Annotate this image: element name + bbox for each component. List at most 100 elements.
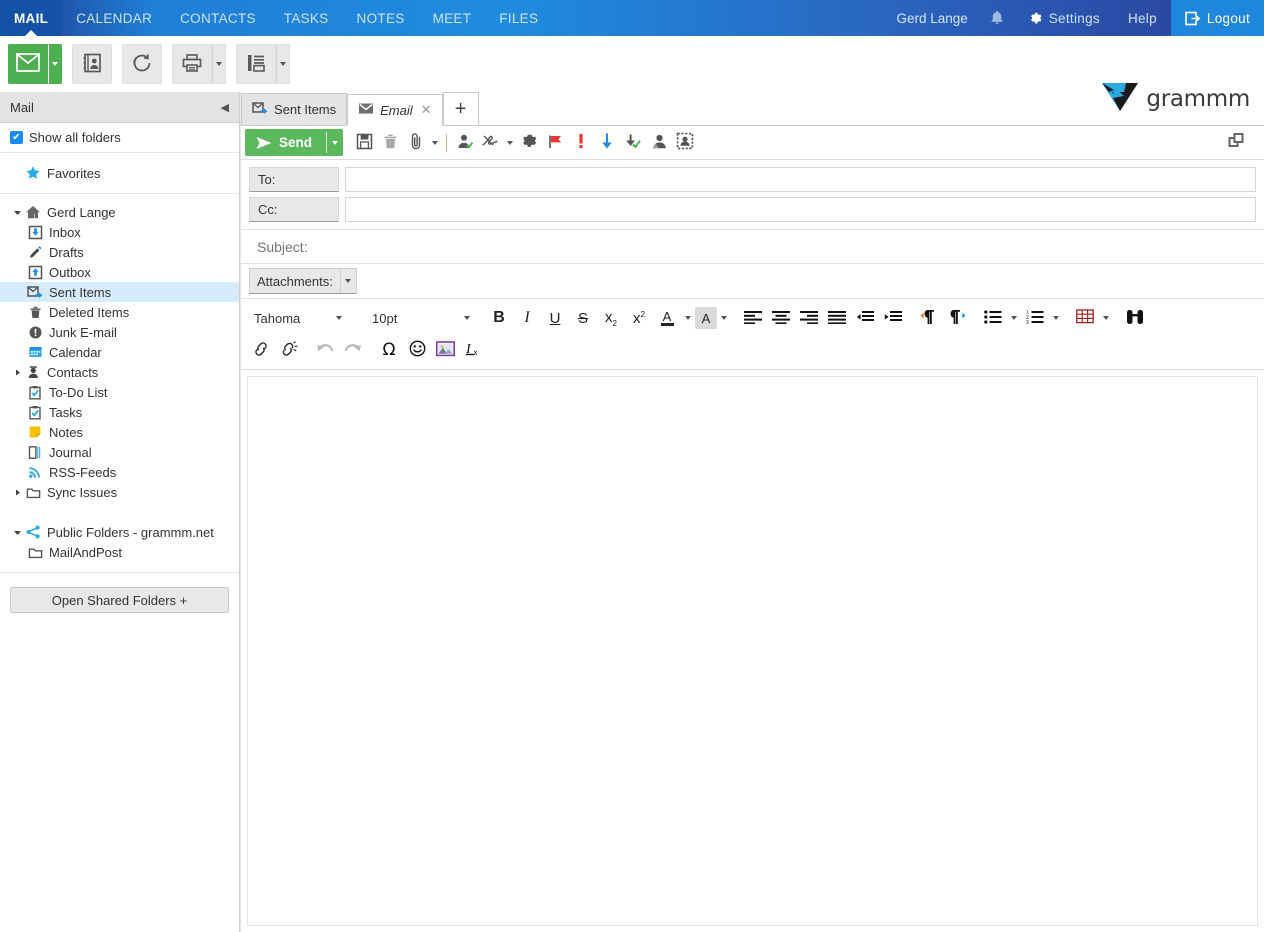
font-size-select[interactable]: 10pt	[365, 305, 477, 331]
twisty-down-icon[interactable]	[10, 208, 24, 217]
print-button[interactable]	[172, 44, 212, 84]
tree-item-inbox[interactable]: Inbox	[0, 222, 239, 242]
tree-item-outbox[interactable]: Outbox	[0, 262, 239, 282]
tree-item-notes[interactable]: Notes	[0, 422, 239, 442]
numbered-list-button[interactable]: 123	[1021, 304, 1049, 332]
numbered-list-dropdown[interactable]	[1049, 304, 1063, 332]
to-button[interactable]: To:	[249, 166, 339, 192]
high-priority-button[interactable]	[568, 129, 594, 156]
tab-email[interactable]: Email ✕	[347, 94, 443, 126]
popout-window-button[interactable]	[1224, 129, 1250, 156]
refresh-button[interactable]	[122, 44, 162, 84]
send-dropdown-button[interactable]	[327, 140, 343, 145]
nav-item-files[interactable]: FILES	[485, 0, 552, 36]
redo-button[interactable]	[339, 336, 367, 364]
tree-item-mailandpost[interactable]: MailAndPost	[0, 542, 239, 562]
tree-item-deleted-items[interactable]: Deleted Items	[0, 302, 239, 322]
font-family-select[interactable]: Tahoma	[247, 305, 349, 331]
view-layout-dropdown[interactable]	[276, 44, 290, 84]
view-layout-button[interactable]	[236, 44, 276, 84]
options-button[interactable]	[516, 129, 542, 156]
twisty-down-icon[interactable]	[10, 528, 24, 537]
stationery-button[interactable]	[672, 129, 698, 156]
clear-formatting-button[interactable]: Ix	[459, 336, 487, 364]
strikethrough-button[interactable]: S	[569, 304, 597, 332]
special-character-button[interactable]: Ω	[375, 336, 403, 364]
indent-button[interactable]	[879, 304, 907, 332]
attachment-dropdown[interactable]	[429, 129, 441, 156]
font-color-dropdown[interactable]	[681, 304, 695, 332]
cc-input[interactable]	[345, 196, 1256, 222]
tree-item-contacts[interactable]: Contacts	[0, 362, 239, 382]
ltr-paragraph-button[interactable]	[915, 304, 943, 332]
cc-button[interactable]: Cc:	[249, 196, 339, 222]
tree-item-gerd-lange[interactable]: Gerd Lange	[0, 202, 239, 222]
bullet-list-dropdown[interactable]	[1007, 304, 1021, 332]
tree-item-rss-feeds[interactable]: RSS-Feeds	[0, 462, 239, 482]
nav-item-settings[interactable]: Settings	[1014, 0, 1114, 36]
open-shared-folders-button[interactable]: Open Shared Folders +	[10, 587, 229, 613]
twisty-right-icon[interactable]	[10, 368, 24, 377]
tree-item-sync-issues[interactable]: Sync Issues	[0, 482, 239, 502]
table-dropdown[interactable]	[1099, 304, 1113, 332]
emoticon-button[interactable]	[403, 336, 431, 364]
to-input[interactable]	[345, 166, 1256, 192]
rtl-paragraph-button[interactable]	[943, 304, 971, 332]
discard-button[interactable]	[377, 129, 403, 156]
attachment-button[interactable]	[403, 129, 429, 156]
insert-image-button[interactable]	[431, 336, 459, 364]
nav-item-calendar[interactable]: CALENDAR	[62, 0, 166, 36]
read-receipt-button[interactable]	[620, 129, 646, 156]
superscript-button[interactable]: x2	[625, 304, 653, 332]
tree-item-to-do-list[interactable]: To-Do List	[0, 382, 239, 402]
remove-link-button[interactable]	[275, 336, 303, 364]
tree-item-sent-items[interactable]: Sent Items	[0, 282, 239, 302]
tree-item-drafts[interactable]: Drafts	[0, 242, 239, 262]
show-all-folders-checkbox[interactable]: ✔	[10, 131, 23, 144]
tree-item-tasks[interactable]: Tasks	[0, 402, 239, 422]
find-replace-button[interactable]	[1121, 304, 1149, 332]
bullet-list-button[interactable]	[979, 304, 1007, 332]
outdent-button[interactable]	[851, 304, 879, 332]
low-priority-button[interactable]	[594, 129, 620, 156]
subject-input[interactable]	[255, 237, 1250, 256]
align-center-button[interactable]	[767, 304, 795, 332]
tab-sent-items[interactable]: Sent Items	[241, 93, 348, 125]
highlight-color-button[interactable]: A	[695, 307, 717, 329]
nav-item-notes[interactable]: NOTES	[343, 0, 419, 36]
collapse-left-icon[interactable]: ◀	[221, 101, 229, 114]
align-justify-button[interactable]	[823, 304, 851, 332]
sidebar-item-favorites[interactable]: Favorites	[0, 153, 239, 194]
tree-item-public-folders[interactable]: Public Folders - grammm.net	[0, 522, 239, 542]
from-button[interactable]	[646, 129, 672, 156]
current-user-name[interactable]: Gerd Lange	[884, 0, 979, 36]
tree-item-junk-email[interactable]: Junk E-mail	[0, 322, 239, 342]
attachments-button[interactable]: Attachments:	[249, 268, 357, 294]
table-button[interactable]	[1071, 304, 1099, 332]
new-mail-dropdown[interactable]	[48, 44, 62, 84]
notifications-bell-icon[interactable]	[980, 0, 1014, 36]
italic-button[interactable]: I	[513, 304, 541, 332]
tree-item-calendar[interactable]: Calendar	[0, 342, 239, 362]
email-body-editor[interactable]	[247, 376, 1258, 926]
underline-button[interactable]: U	[541, 304, 569, 332]
save-button[interactable]	[351, 129, 377, 156]
attachments-dropdown[interactable]	[339, 269, 356, 293]
signature-dropdown[interactable]	[504, 129, 516, 156]
nav-item-mail[interactable]: MAIL	[0, 0, 63, 37]
bold-button[interactable]: B	[485, 304, 513, 332]
nav-item-contacts[interactable]: CONTACTS	[166, 0, 270, 36]
undo-button[interactable]	[311, 336, 339, 364]
insert-link-button[interactable]	[247, 336, 275, 364]
subscript-button[interactable]: x2	[597, 304, 625, 332]
highlight-color-dropdown[interactable]	[717, 304, 731, 332]
check-names-button[interactable]	[452, 129, 478, 156]
twisty-right-icon[interactable]	[10, 488, 24, 497]
tree-item-journal[interactable]: Journal	[0, 442, 239, 462]
new-tab-button[interactable]: +	[442, 92, 479, 125]
font-color-button[interactable]: A	[653, 304, 681, 332]
align-right-button[interactable]	[795, 304, 823, 332]
nav-item-logout[interactable]: Logout	[1170, 0, 1264, 36]
new-mail-button[interactable]	[8, 44, 48, 84]
show-all-folders-row[interactable]: ✔ Show all folders	[0, 123, 239, 153]
